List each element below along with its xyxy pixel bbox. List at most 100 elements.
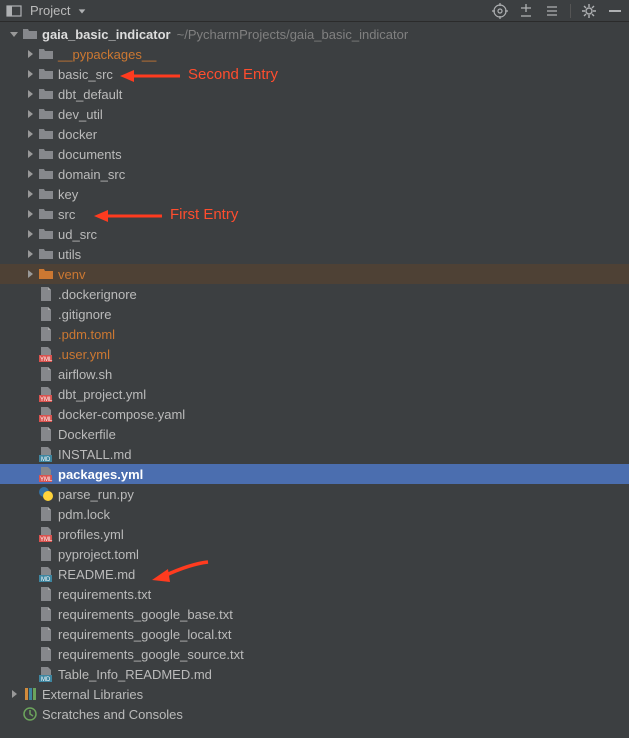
md-icon [38,666,54,682]
file-docker-compose[interactable]: docker-compose.yaml [0,404,629,424]
file-dockerfile[interactable]: Dockerfile [0,424,629,444]
folder-pypackages[interactable]: __pypackages__ [0,44,629,64]
file-pyproject-toml[interactable]: pyproject.toml [0,544,629,564]
folder-icon [38,266,54,282]
yml-icon [38,346,54,362]
file-dbt-project-yml[interactable]: dbt_project.yml [0,384,629,404]
file-parse-run-py[interactable]: parse_run.py [0,484,629,504]
file-icon [38,546,54,562]
project-root-row[interactable]: gaia_basic_indicator ~/PycharmProjects/g… [0,24,629,44]
file-icon [38,366,54,382]
file-icon [38,306,54,322]
chevron-right-icon[interactable] [8,688,20,700]
folder-icon [38,66,54,82]
file-label: requirements_google_source.txt [58,647,244,662]
chevron-right-icon[interactable] [24,108,36,120]
folder-domain-src[interactable]: domain_src [0,164,629,184]
file-label: .dockerignore [58,287,137,302]
folder-label: documents [58,147,122,162]
chevron-right-icon[interactable] [24,228,36,240]
external-libraries[interactable]: External Libraries [0,684,629,704]
folder-icon [38,46,54,62]
file-requirements-txt[interactable]: requirements.txt [0,584,629,604]
folder-icon [38,106,54,122]
folder-key[interactable]: key [0,184,629,204]
chevron-down-icon[interactable] [8,28,20,40]
file-packages-yml[interactable]: packages.yml [0,464,629,484]
folder-icon [22,26,38,42]
file-icon [38,286,54,302]
chevron-right-icon[interactable] [24,88,36,100]
file-table-info-md[interactable]: Table_Info_READMED.md [0,664,629,684]
file-dockerignore[interactable]: .dockerignore [0,284,629,304]
folder-basic-src[interactable]: basic_src [0,64,629,84]
yml-icon [38,406,54,422]
file-icon [38,586,54,602]
file-label: Table_Info_READMED.md [58,667,212,682]
file-user-yml[interactable]: .user.yml [0,344,629,364]
file-label: packages.yml [58,467,143,482]
file-icon [38,626,54,642]
file-requirements-google-base[interactable]: requirements_google_base.txt [0,604,629,624]
folder-docker[interactable]: docker [0,124,629,144]
scratch-icon [22,706,38,722]
select-opened-file-icon[interactable] [492,3,508,19]
folder-label: dbt_default [58,87,122,102]
yml-icon [38,526,54,542]
file-label: requirements.txt [58,587,151,602]
hide-icon[interactable] [607,3,623,19]
file-pdm-toml[interactable]: .pdm.toml [0,324,629,344]
expand-all-icon[interactable] [518,3,534,19]
chevron-right-icon[interactable] [24,48,36,60]
folder-icon [38,246,54,262]
collapse-all-icon[interactable] [544,3,560,19]
folder-documents[interactable]: documents [0,144,629,164]
project-toolbar: Project [0,0,629,22]
folder-label: docker [58,127,97,142]
toolbar-title[interactable]: Project [30,3,70,18]
dropdown-chevron-icon[interactable] [74,3,90,19]
file-profiles-yml[interactable]: profiles.yml [0,524,629,544]
chevron-right-icon[interactable] [24,128,36,140]
file-install-md[interactable]: INSTALL.md [0,444,629,464]
separator [570,4,571,18]
folder-dev-util[interactable]: dev_util [0,104,629,124]
folder-label: basic_src [58,67,113,82]
folder-utils[interactable]: utils [0,244,629,264]
py-icon [38,486,54,502]
file-label: Dockerfile [58,427,116,442]
chevron-right-icon[interactable] [24,248,36,260]
file-gitignore[interactable]: .gitignore [0,304,629,324]
md-icon [38,566,54,582]
file-label: parse_run.py [58,487,134,502]
md-icon [38,446,54,462]
library-icon [22,686,38,702]
folder-ud-src[interactable]: ud_src [0,224,629,244]
folder-icon [38,206,54,222]
folder-icon [38,86,54,102]
file-readme-md[interactable]: README.md [0,564,629,584]
chevron-right-icon[interactable] [24,68,36,80]
folder-icon [38,226,54,242]
folder-label: src [58,207,75,222]
folder-label: domain_src [58,167,125,182]
chevron-right-icon[interactable] [24,148,36,160]
chevron-right-icon[interactable] [24,268,36,280]
file-label: profiles.yml [58,527,124,542]
scratches-label: Scratches and Consoles [42,707,183,722]
file-label: dbt_project.yml [58,387,146,402]
file-airflow-sh[interactable]: airflow.sh [0,364,629,384]
chevron-right-icon[interactable] [24,208,36,220]
folder-venv[interactable]: venv [0,264,629,284]
file-label: docker-compose.yaml [58,407,185,422]
file-label: .gitignore [58,307,111,322]
scratches-consoles[interactable]: Scratches and Consoles [0,704,629,724]
file-requirements-google-local[interactable]: requirements_google_local.txt [0,624,629,644]
chevron-right-icon[interactable] [24,188,36,200]
chevron-right-icon[interactable] [24,168,36,180]
folder-src[interactable]: src [0,204,629,224]
folder-dbt-default[interactable]: dbt_default [0,84,629,104]
file-requirements-google-source[interactable]: requirements_google_source.txt [0,644,629,664]
gear-icon[interactable] [581,3,597,19]
file-pdm-lock[interactable]: pdm.lock [0,504,629,524]
